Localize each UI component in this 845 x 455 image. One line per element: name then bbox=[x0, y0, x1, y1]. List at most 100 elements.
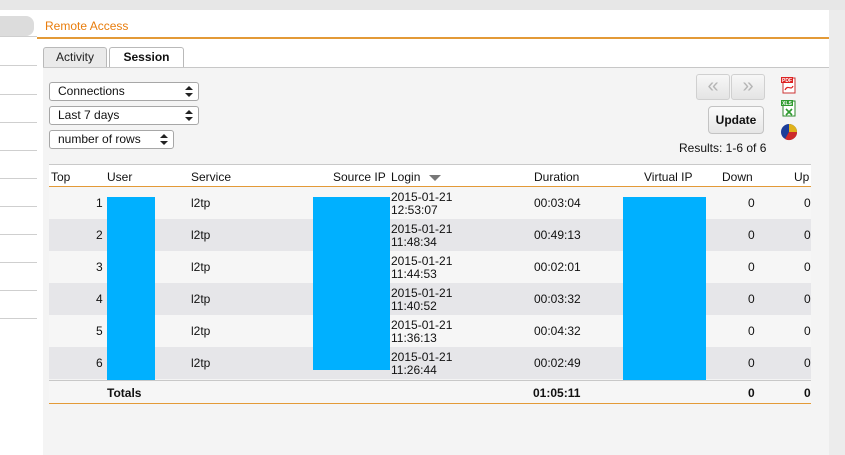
totals-label: Totals bbox=[107, 386, 142, 400]
update-button[interactable]: Update bbox=[708, 106, 764, 134]
select-arrows-icon bbox=[160, 133, 168, 146]
totals-up: 0 bbox=[804, 386, 811, 400]
cell-login-date: 2015-01-21 bbox=[391, 318, 453, 332]
right-gutter bbox=[829, 10, 845, 455]
col-duration[interactable]: Duration bbox=[534, 170, 579, 184]
cell-login-date: 2015-01-21 bbox=[391, 222, 453, 236]
period-select[interactable]: Last 7 days bbox=[49, 106, 199, 125]
col-virtual-ip[interactable]: Virtual IP bbox=[644, 170, 692, 184]
cell-login-time: 11:48:34 bbox=[391, 235, 437, 249]
pdf-export-icon[interactable]: PDF bbox=[780, 76, 798, 94]
nav-divider bbox=[0, 262, 37, 263]
col-source-ip[interactable]: Source IP bbox=[333, 170, 386, 184]
cell-service: l2tp bbox=[191, 324, 211, 338]
cell-top: 2 bbox=[96, 228, 103, 242]
nav-divider bbox=[0, 290, 37, 291]
virtual-ip-redaction bbox=[623, 197, 706, 387]
cell-down: 0 bbox=[748, 324, 755, 338]
totals-row: Totals 01:05:11 0 0 bbox=[49, 381, 811, 403]
cell-down: 0 bbox=[748, 196, 755, 210]
breadcrumb-underline bbox=[37, 37, 829, 39]
cell-up: 0 bbox=[804, 228, 811, 242]
xls-export-icon[interactable]: XLS bbox=[780, 99, 798, 117]
cell-down: 0 bbox=[748, 228, 755, 242]
cell-top: 4 bbox=[96, 292, 103, 306]
cell-duration: 00:49:13 bbox=[534, 228, 581, 242]
cell-service: l2tp bbox=[191, 196, 211, 210]
report-select-value: Connections bbox=[58, 84, 125, 98]
chart-export-icon[interactable] bbox=[780, 123, 798, 141]
sort-desc-icon[interactable] bbox=[429, 175, 441, 181]
table-header: Top User Service Source IP Login Duratio… bbox=[49, 164, 811, 187]
col-down[interactable]: Down bbox=[722, 170, 753, 184]
source-ip-redaction bbox=[313, 197, 390, 370]
select-arrows-icon bbox=[185, 109, 193, 122]
rows-select-value: number of rows bbox=[58, 132, 141, 146]
cell-login-time: 11:40:52 bbox=[391, 299, 437, 313]
nav-divider bbox=[0, 94, 37, 95]
next-page-button[interactable]: » bbox=[731, 74, 765, 100]
main-panel: Remote Access Activity Session Connectio… bbox=[37, 10, 829, 455]
tab-activity[interactable]: Activity bbox=[43, 47, 107, 67]
cell-duration: 00:02:01 bbox=[534, 260, 581, 274]
nav-search-pill[interactable] bbox=[0, 16, 34, 36]
col-login[interactable]: Login bbox=[391, 170, 420, 184]
nav-divider bbox=[0, 318, 37, 319]
cell-duration: 00:02:49 bbox=[534, 356, 581, 370]
cell-login-time: 11:26:44 bbox=[391, 363, 437, 377]
breadcrumb[interactable]: Remote Access bbox=[45, 19, 128, 33]
user-redaction bbox=[107, 197, 155, 387]
cell-login-date: 2015-01-21 bbox=[391, 190, 453, 204]
cell-service: l2tp bbox=[191, 356, 211, 370]
left-nav bbox=[0, 10, 37, 455]
cell-up: 0 bbox=[804, 196, 811, 210]
cell-up: 0 bbox=[804, 324, 811, 338]
cell-login-time: 11:44:53 bbox=[391, 267, 437, 281]
cell-top: 6 bbox=[96, 356, 103, 370]
col-service[interactable]: Service bbox=[191, 170, 231, 184]
tab-session[interactable]: Session bbox=[109, 47, 184, 67]
rows-select[interactable]: number of rows bbox=[49, 130, 174, 149]
col-up[interactable]: Up bbox=[794, 170, 809, 184]
xls-label: XLS bbox=[782, 101, 792, 107]
col-user[interactable]: User bbox=[107, 170, 132, 184]
period-select-value: Last 7 days bbox=[58, 108, 120, 122]
col-top[interactable]: Top bbox=[51, 170, 70, 184]
totals-underline bbox=[49, 403, 811, 404]
results-count: Results: 1-6 of 6 bbox=[679, 141, 767, 155]
cell-duration: 00:03:32 bbox=[534, 292, 581, 306]
prev-page-button[interactable]: « bbox=[696, 74, 730, 100]
cell-up: 0 bbox=[804, 356, 811, 370]
cell-login-date: 2015-01-21 bbox=[391, 254, 453, 268]
nav-divider bbox=[0, 206, 37, 207]
totals-duration: 01:05:11 bbox=[533, 386, 581, 400]
cell-login-time: 11:36:13 bbox=[391, 331, 437, 345]
cell-up: 0 bbox=[804, 292, 811, 306]
nav-divider bbox=[0, 234, 37, 235]
pdf-label: PDF bbox=[782, 78, 792, 84]
cell-service: l2tp bbox=[191, 292, 211, 306]
nav-divider bbox=[0, 36, 37, 37]
nav-divider bbox=[0, 178, 37, 179]
cell-login-date: 2015-01-21 bbox=[391, 350, 453, 364]
cell-service: l2tp bbox=[191, 228, 211, 242]
cell-duration: 00:03:04 bbox=[534, 196, 581, 210]
nav-divider bbox=[0, 65, 37, 66]
nav-divider bbox=[0, 122, 37, 123]
cell-down: 0 bbox=[748, 356, 755, 370]
totals-down: 0 bbox=[748, 386, 755, 400]
report-select[interactable]: Connections bbox=[49, 82, 199, 101]
cell-top: 1 bbox=[96, 196, 103, 210]
cell-service: l2tp bbox=[191, 260, 211, 274]
cell-login-date: 2015-01-21 bbox=[391, 286, 453, 300]
nav-divider bbox=[0, 150, 37, 151]
select-arrows-icon bbox=[185, 85, 193, 98]
cell-up: 0 bbox=[804, 260, 811, 274]
cell-top: 3 bbox=[96, 260, 103, 274]
cell-down: 0 bbox=[748, 260, 755, 274]
cell-top: 5 bbox=[96, 324, 103, 338]
cell-login-time: 12:53:07 bbox=[391, 203, 438, 217]
cell-duration: 00:04:32 bbox=[534, 324, 581, 338]
cell-down: 0 bbox=[748, 292, 755, 306]
top-bar bbox=[0, 0, 845, 10]
